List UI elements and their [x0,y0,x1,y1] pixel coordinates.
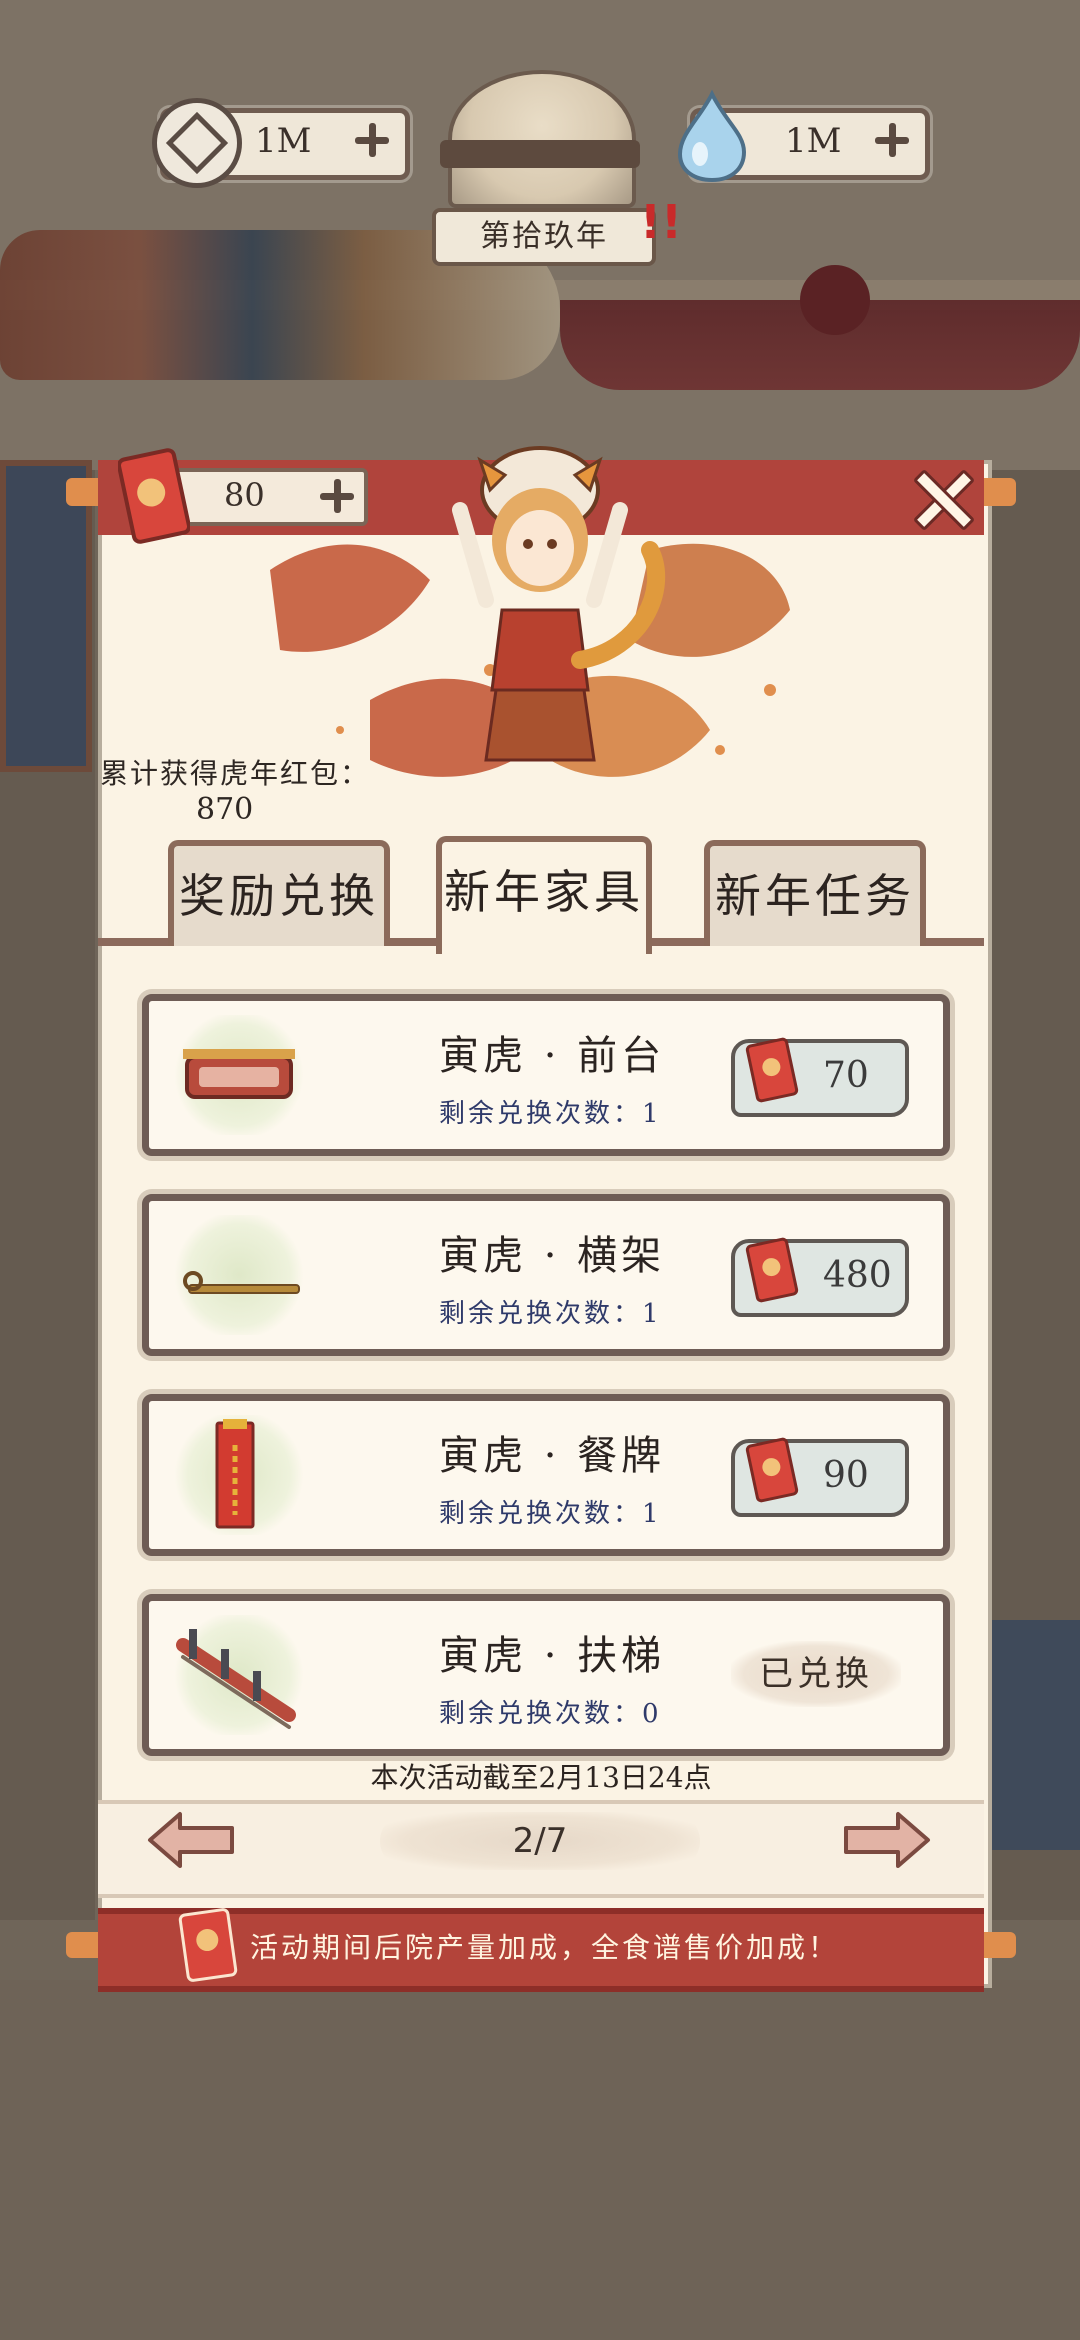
red-envelope-icon [116,448,192,544]
year-plaque: 第拾玖年 [432,208,656,266]
exchange-button[interactable]: 90 [731,1437,909,1517]
arrow-left-icon [148,1812,234,1868]
red-envelope-icon [745,1437,799,1503]
tab-label: 新年任务 [715,869,915,923]
exchange-button[interactable]: 480 [731,1237,909,1317]
tab-label: 奖励兑换 [179,869,379,923]
item-remaining: 剩余兑换次数：1 [439,1499,662,1529]
tab-label: 新年家具 [444,865,644,919]
background-floor [0,1980,1080,2340]
exchange-button[interactable]: 70 [731,1037,909,1117]
item-cost: 480 [823,1255,892,1296]
water-value: 1M [785,121,842,161]
stair-rail-icon [169,1615,309,1735]
front-desk-icon [169,1015,309,1135]
restaurant-pavilion-icon[interactable] [448,70,636,208]
red-envelope-icon [745,1037,799,1103]
item-cost: 90 [823,1455,869,1496]
redeemed-label: 已兑换 [759,1654,873,1694]
menu-board-icon [169,1415,309,1535]
list-item[interactable]: 寅虎 · 餐牌 剩余兑换次数：1 90 [142,1394,950,1556]
ribbon-tab-left [66,1932,98,1958]
page-number: 2/7 [512,1821,568,1861]
pavilion-roof [440,140,640,168]
year-label: 第拾玖年 [480,219,608,254]
alert-icon[interactable]: !! [640,195,682,249]
water-drop-icon [670,88,754,184]
item-remaining: 剩余兑换次数：0 [439,1699,662,1729]
tab-reward-exchange[interactable]: 奖励兑换 [168,840,390,946]
prev-page-button[interactable] [146,1810,236,1870]
item-name: 寅虎 · 餐牌 [439,1433,666,1479]
list-item[interactable]: 寅虎 · 扶梯 剩余兑换次数：0 已兑换 [142,1594,950,1756]
tab-new-year-tasks[interactable]: 新年任务 [704,840,926,946]
item-remaining: 剩余兑换次数：1 [439,1299,662,1329]
cumulative-redpack-value: 870 [196,792,254,827]
cumulative-redpack-label: 累计获得虎年红包： [100,757,371,790]
coin-value: 1M [255,121,312,161]
item-name: 寅虎 · 前台 [439,1033,666,1079]
add-water-icon[interactable] [869,117,915,163]
list-item[interactable]: 寅虎 · 前台 剩余兑换次数：1 70 [142,994,950,1156]
item-cost: 70 [823,1055,869,1096]
panel-tab-left [66,478,98,506]
background-window [0,460,92,772]
chinese-knot-decoration [800,265,870,335]
arrow-right-icon [844,1812,930,1868]
add-coins-icon[interactable] [349,117,395,163]
background-tile [990,1620,1080,1850]
close-button[interactable] [912,468,970,526]
item-name: 寅虎 · 扶梯 [439,1633,666,1679]
item-remaining: 剩余兑换次数：1 [439,1099,662,1129]
event-bonus-text: 活动期间后院产量加成，全食谱售价加成！ [250,1931,840,1964]
coin-icon [152,98,242,188]
item-name: 寅虎 · 横架 [439,1233,666,1279]
tab-new-year-furniture[interactable]: 新年家具 [436,836,652,954]
list-item[interactable]: 寅虎 · 横架 剩余兑换次数：1 480 [142,1194,950,1356]
red-envelope-icon [175,1904,241,1985]
redeemed-badge: 已兑换 [731,1641,901,1707]
crossbar-icon [169,1215,309,1335]
next-page-button[interactable] [842,1810,932,1870]
red-envelope-icon [745,1237,799,1303]
panel-tab-right [984,478,1016,506]
page-indicator: 2/7 [380,1812,700,1870]
event-deadline: 本次活动截至2月13日24点 [370,1761,712,1794]
ribbon-tab-right [984,1932,1016,1958]
